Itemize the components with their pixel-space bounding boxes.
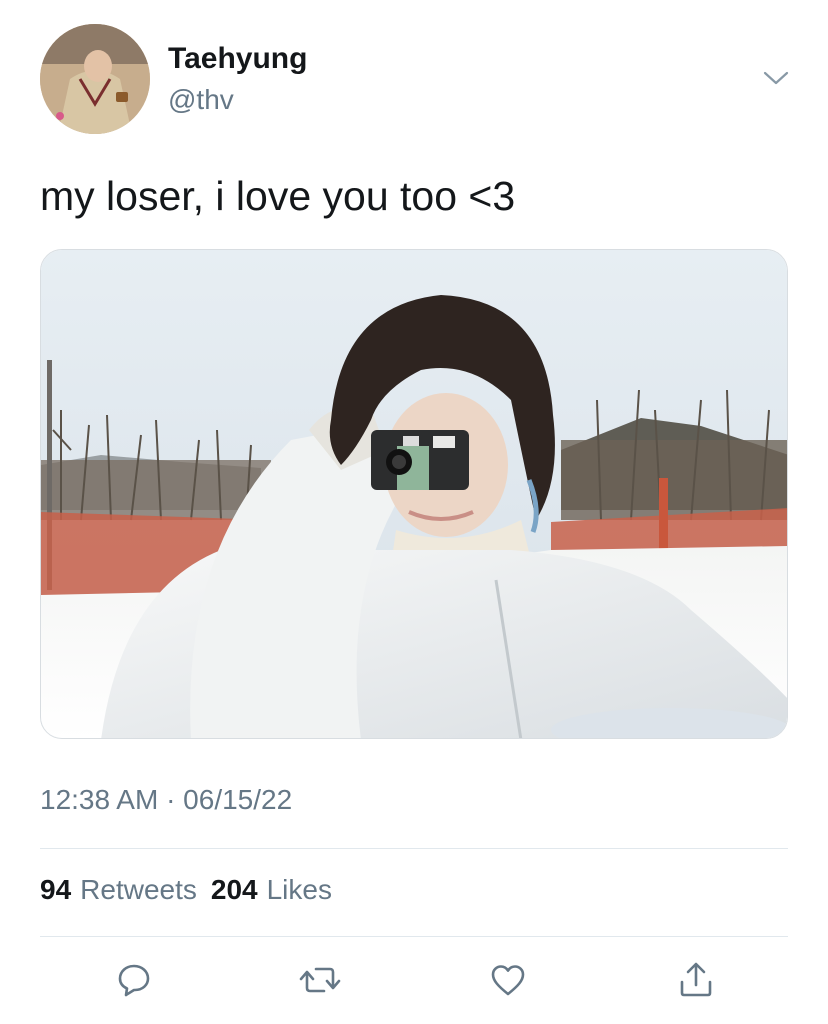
likes-stat[interactable]: 204 Likes — [211, 874, 332, 906]
divider — [40, 936, 788, 937]
divider — [40, 848, 788, 849]
tweet-photo[interactable] — [40, 249, 788, 739]
more-options-button[interactable] — [756, 62, 796, 94]
like-icon — [491, 965, 525, 996]
retweets-label: Retweets — [80, 874, 197, 905]
tweet-stats: 94 Retweets 204 Likes — [40, 874, 332, 906]
retweet-button[interactable] — [296, 956, 344, 1004]
avatar-image — [40, 24, 150, 134]
share-icon — [680, 962, 712, 997]
photo-image — [41, 250, 787, 738]
likes-label: Likes — [266, 874, 332, 905]
user-handle[interactable]: @thv — [168, 84, 234, 116]
retweets-stat[interactable]: 94 Retweets — [40, 874, 197, 906]
share-button[interactable] — [672, 956, 720, 1004]
reply-button[interactable] — [110, 956, 158, 1004]
tweet-text: my loser, i love you too <3 — [40, 173, 516, 219]
tweet-detail: Taehyung @thv my loser, i love you too <… — [0, 0, 828, 1024]
likes-count: 204 — [210, 874, 258, 905]
avatar[interactable] — [40, 24, 150, 134]
like-button[interactable] — [484, 956, 532, 1004]
tweet-timestamp: 12:38 AM · 06/15/22 — [40, 784, 293, 815]
reply-icon — [118, 964, 150, 997]
user-display-name[interactable]: Taehyung — [168, 42, 307, 76]
chevron-down-icon — [763, 71, 789, 85]
retweet-icon — [299, 967, 341, 993]
retweets-count: 94 — [40, 874, 72, 905]
